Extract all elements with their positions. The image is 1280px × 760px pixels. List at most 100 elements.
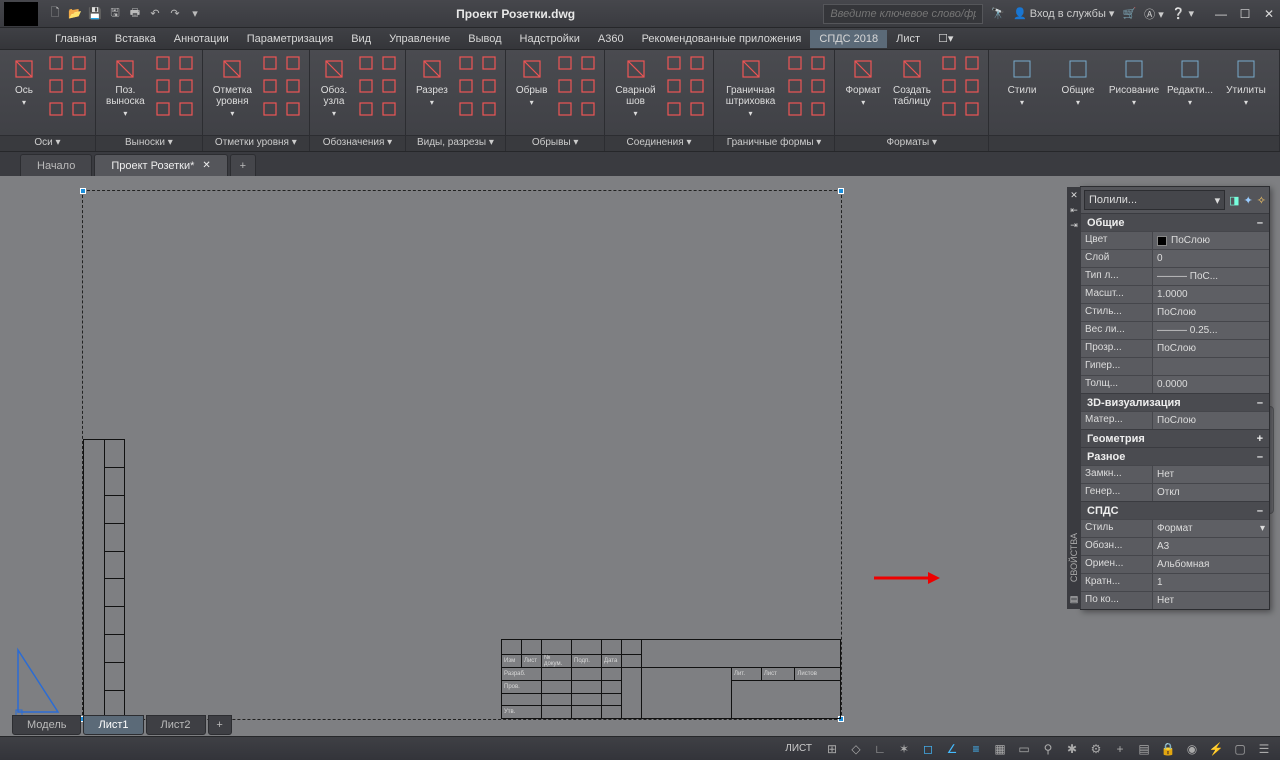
palette-pin-icon[interactable]: ⇤ [1070, 205, 1078, 216]
prop-row[interactable]: Генер...Откл [1081, 483, 1269, 501]
ribbon-button-Поз. выноска[interactable]: Поз. выноска▾ [102, 53, 149, 120]
snap-icon[interactable]: ◇ [846, 739, 866, 759]
ribbon-button-Создать таблицу[interactable]: Создать таблицу [889, 53, 935, 109]
ribbon-small-button[interactable] [176, 99, 196, 119]
ribbon-button-Ось[interactable]: Ось▾ [6, 53, 42, 109]
paper-frame[interactable]: ИзмЛист№ докум.Подп.Дата Разраб.Лит.Лист… [82, 190, 842, 720]
palette-options-icon[interactable]: ▤ [1070, 594, 1079, 605]
menu-вывод[interactable]: Вывод [459, 30, 510, 48]
prop-row[interactable]: По ко...Нет [1081, 591, 1269, 609]
plot-icon[interactable]: 🖶 [126, 5, 144, 23]
selection-cycling-icon[interactable]: ▭ [1014, 739, 1034, 759]
close-button[interactable]: ✕ [1258, 7, 1280, 21]
grip-top-left[interactable] [80, 188, 86, 194]
ribbon-small-button[interactable] [379, 76, 399, 96]
menu-a360[interactable]: A360 [589, 30, 633, 48]
ribbon-small-button[interactable] [664, 53, 684, 73]
prop-row[interactable]: СтильФормат▾ [1081, 519, 1269, 537]
ribbon-small-button[interactable] [808, 99, 828, 119]
prop-row[interactable]: Толщ...0.0000 [1081, 375, 1269, 393]
ribbon-small-button[interactable] [578, 99, 598, 119]
open-icon[interactable]: 📂 [66, 5, 84, 23]
ribbon-small-button[interactable] [479, 99, 499, 119]
ribbon-small-button[interactable] [46, 76, 66, 96]
redo-icon[interactable]: ↷ [166, 5, 184, 23]
layout-tab-Модель[interactable]: Модель [12, 715, 81, 735]
prop-row[interactable]: Обозн...A3 [1081, 537, 1269, 555]
ribbon-small-button[interactable] [578, 53, 598, 73]
minimize-button[interactable]: — [1210, 7, 1232, 21]
annotation-vis-icon[interactable]: ✱ [1062, 739, 1082, 759]
prop-row[interactable]: Замкн...Нет [1081, 465, 1269, 483]
ribbon-small-button[interactable] [962, 99, 982, 119]
ortho-icon[interactable]: ∟ [870, 739, 890, 759]
lock-ui-icon[interactable]: 🔒 [1158, 739, 1178, 759]
ribbon-button-Сварной шов[interactable]: Сварной шов▾ [611, 53, 659, 120]
ribbon-small-button[interactable] [808, 76, 828, 96]
menu-лист[interactable]: Лист [887, 30, 929, 48]
ribbon-small-button[interactable] [785, 76, 805, 96]
ribbon-small-button[interactable] [176, 53, 196, 73]
menu-спдс 2018[interactable]: СПДС 2018 [810, 30, 887, 48]
ribbon-tab-Стили[interactable]: Стили▾ [995, 53, 1049, 109]
menu-надстройки[interactable]: Надстройки [511, 30, 589, 48]
ribbon-small-button[interactable] [785, 99, 805, 119]
ribbon-small-button[interactable] [555, 53, 575, 73]
toggle-pickadd-icon[interactable]: ✧ [1257, 194, 1266, 207]
ribbon-small-button[interactable] [939, 53, 959, 73]
signin-button[interactable]: 👤 Вход в службы ▾ [1013, 7, 1114, 20]
ribbon-small-button[interactable] [456, 99, 476, 119]
ribbon-small-button[interactable] [379, 99, 399, 119]
save-icon[interactable]: 💾 [86, 5, 104, 23]
lineweight-icon[interactable]: ≡ [966, 739, 986, 759]
customization-icon[interactable]: ☰ [1254, 739, 1274, 759]
ribbon-button-Формат[interactable]: Формат▾ [841, 53, 885, 109]
help-icon[interactable]: ❔ ▾ [1172, 7, 1194, 20]
annotation-scale-icon[interactable]: ⚲ [1038, 739, 1058, 759]
layout-tab-Лист1[interactable]: Лист1 [83, 715, 143, 735]
osnap-icon[interactable]: ◻ [918, 739, 938, 759]
grid-icon[interactable]: ⊞ [822, 739, 842, 759]
menu-вид[interactable]: Вид [342, 30, 380, 48]
add-tab-button[interactable]: + [230, 154, 256, 176]
binoculars-icon[interactable]: 🔭 [991, 7, 1005, 20]
ribbon-button-Отметка уровня[interactable]: Отметка уровня▾ [209, 53, 256, 120]
ribbon-small-button[interactable] [153, 99, 173, 119]
ribbon-small-button[interactable] [69, 99, 89, 119]
menu-главная[interactable]: Главная [46, 30, 106, 48]
units-icon[interactable]: + [1110, 739, 1130, 759]
ribbon-small-button[interactable] [153, 53, 173, 73]
ribbon-small-button[interactable] [456, 53, 476, 73]
ribbon-small-button[interactable] [687, 53, 707, 73]
maximize-button[interactable]: ☐ [1234, 7, 1256, 21]
app-icon[interactable] [4, 2, 38, 26]
palette-menu-icon[interactable]: ⇥ [1070, 220, 1078, 231]
prop-row[interactable]: Прозр...ПоСлою [1081, 339, 1269, 357]
ribbon-button-Граничная штриховка[interactable]: Граничная штриховка▾ [720, 53, 782, 120]
polar-icon[interactable]: ✶ [894, 739, 914, 759]
layout-tab-Лист2[interactable]: Лист2 [146, 715, 206, 735]
ribbon-small-button[interactable] [479, 76, 499, 96]
prop-row[interactable]: Слой0 [1081, 249, 1269, 267]
prop-row[interactable]: Тип л...——— ПоС... [1081, 267, 1269, 285]
ribbon-small-button[interactable] [153, 76, 173, 96]
ribbon-small-button[interactable] [260, 53, 280, 73]
menu-аннотации[interactable]: Аннотации [165, 30, 238, 48]
ribbon-small-button[interactable] [260, 99, 280, 119]
qat-dropdown-icon[interactable]: ▾ [186, 5, 204, 23]
tab-close-icon[interactable]: ✕ [202, 160, 210, 171]
menu-extra-icon[interactable]: ☐▾ [929, 29, 962, 48]
transparency-icon[interactable]: ▦ [990, 739, 1010, 759]
ribbon-button-Обоз. узла[interactable]: Обоз. узла▾ [316, 53, 352, 120]
ribbon-small-button[interactable] [687, 76, 707, 96]
ribbon-small-button[interactable] [808, 53, 828, 73]
ribbon-small-button[interactable] [687, 99, 707, 119]
saveas-icon[interactable]: 🖫 [106, 5, 124, 23]
prop-row[interactable]: Ориен...Альбомная [1081, 555, 1269, 573]
ribbon-small-button[interactable] [283, 99, 303, 119]
dropdown-icon[interactable]: ▾ [1260, 523, 1265, 534]
ribbon-small-button[interactable] [962, 53, 982, 73]
ribbon-tab-Общие[interactable]: Общие▾ [1051, 53, 1105, 109]
ribbon-small-button[interactable] [479, 53, 499, 73]
prop-row[interactable]: Масшт...1.0000 [1081, 285, 1269, 303]
